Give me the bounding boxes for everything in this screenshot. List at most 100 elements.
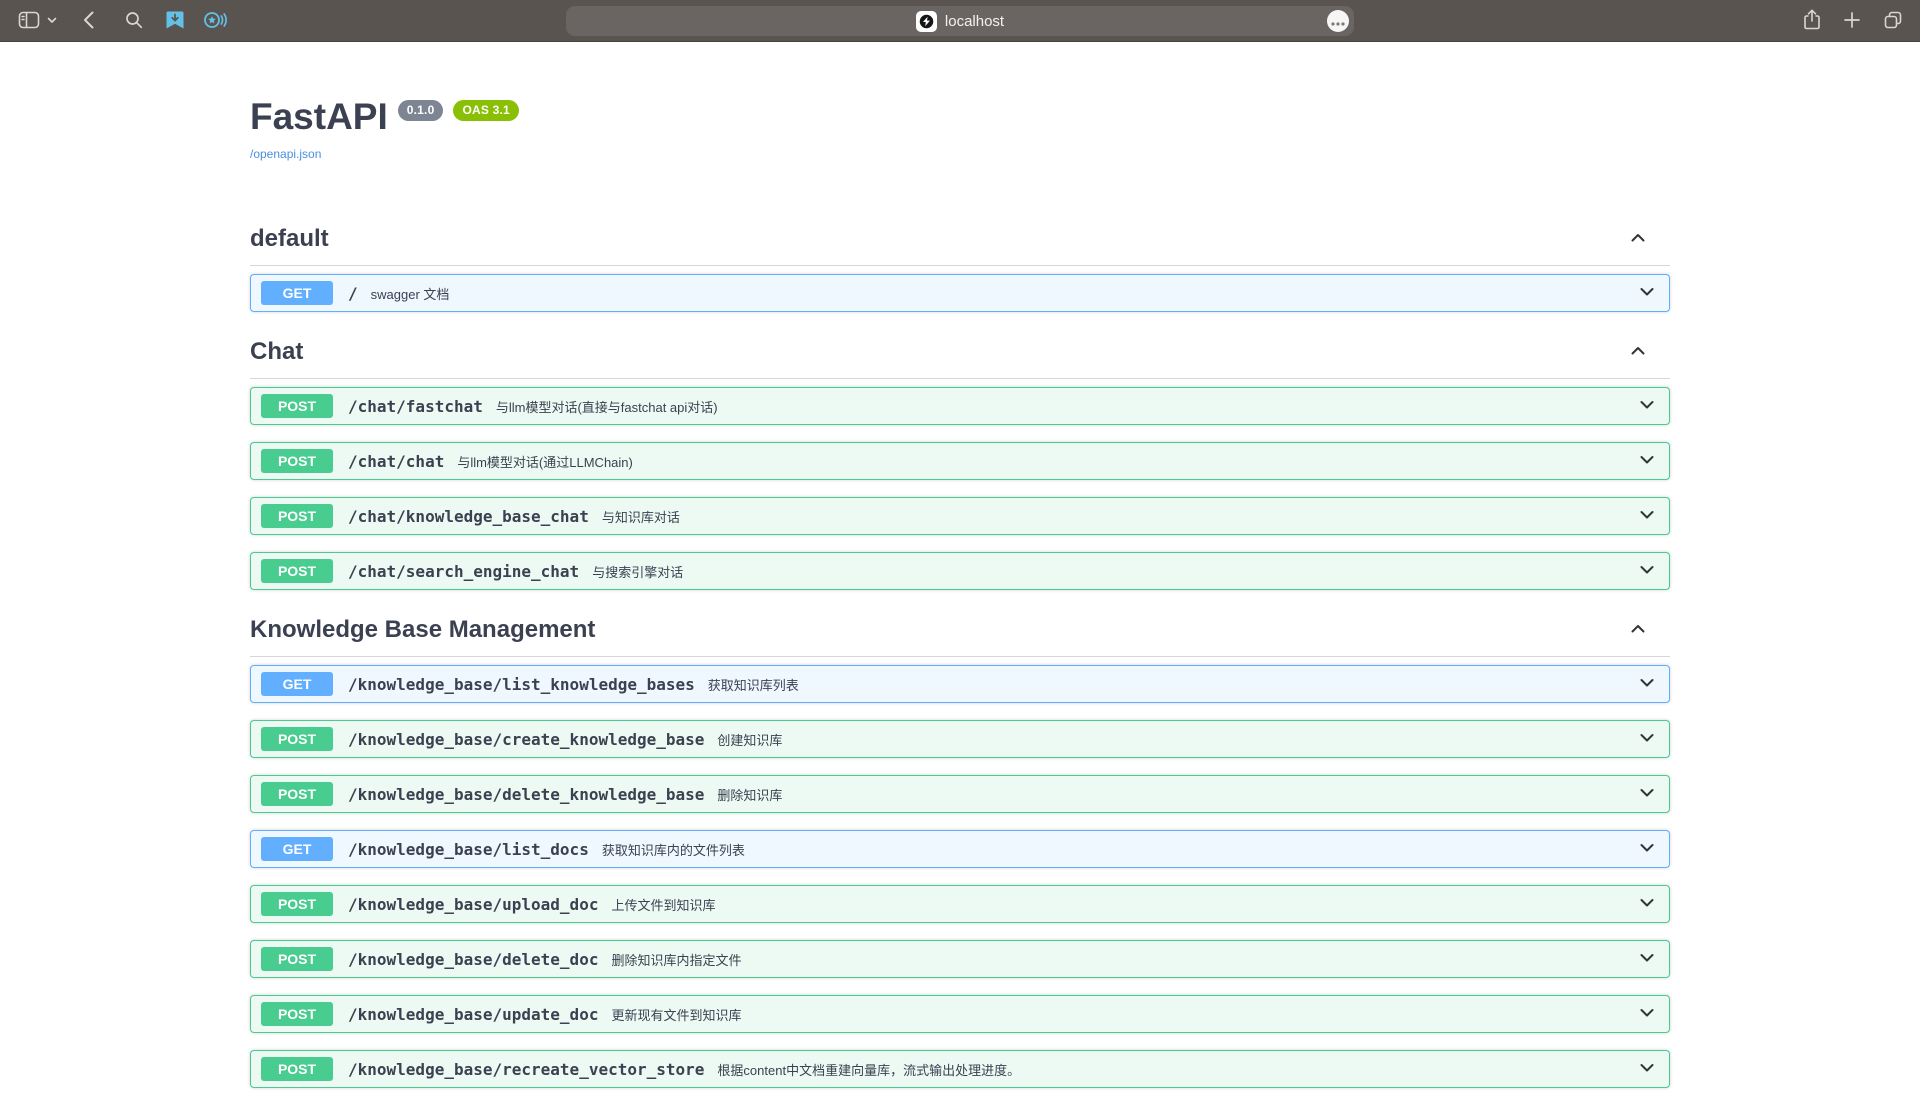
section-title: default [250, 225, 329, 253]
section-title: Knowledge Base Management [250, 616, 595, 644]
chevron-down-icon [1637, 893, 1657, 916]
chevron-down-icon [1637, 1058, 1657, 1081]
swagger-page: FastAPI 0.1.0 OAS 3.1 /openapi.json defa… [0, 0, 1920, 1106]
endpoint-summary: 与知识库对话 [602, 507, 680, 526]
expand-endpoint-button[interactable] [1637, 505, 1657, 528]
sidebar-chevron-icon [46, 14, 58, 29]
address-bar[interactable]: localhost [566, 6, 1354, 36]
expand-endpoint-button[interactable] [1637, 728, 1657, 751]
method-badge: POST [261, 449, 333, 473]
method-badge: POST [261, 559, 333, 583]
endpoint-row[interactable]: POST /knowledge_base/delete_knowledge_ba… [250, 775, 1670, 813]
endpoint-path: /chat/chat [348, 452, 444, 471]
endpoint-path: /knowledge_base/upload_doc [348, 895, 598, 914]
section-header[interactable]: default [250, 217, 1670, 266]
collapse-section-button[interactable] [1628, 619, 1648, 642]
expand-endpoint-button[interactable] [1637, 282, 1657, 305]
endpoint-summary: 上传文件到知识库 [611, 895, 715, 914]
endpoint-row[interactable]: POST /knowledge_base/update_doc 更新现有文件到知… [250, 995, 1670, 1033]
broadcast-extension-icon [202, 9, 228, 34]
expand-endpoint-button[interactable] [1637, 1003, 1657, 1026]
endpoint-path: /knowledge_base/delete_knowledge_base [348, 785, 704, 804]
expand-endpoint-button[interactable] [1637, 673, 1657, 696]
endpoint-row[interactable]: POST /chat/search_engine_chat 与搜索引擎对话 [250, 552, 1670, 590]
api-section: Chat POST /chat/fastchat 与llm模型对话(直接与fas… [250, 330, 1670, 608]
chevron-down-icon [1637, 838, 1657, 861]
expand-endpoint-button[interactable] [1637, 450, 1657, 473]
expand-endpoint-button[interactable] [1637, 783, 1657, 806]
chevron-down-icon [1637, 783, 1657, 806]
endpoint-summary: 与llm模型对话(直接与fastchat api对话) [496, 397, 718, 416]
method-badge: GET [261, 281, 333, 305]
method-badge: POST [261, 727, 333, 751]
chevron-up-icon [1628, 341, 1648, 364]
expand-endpoint-button[interactable] [1637, 395, 1657, 418]
sidebar-toggle-button[interactable] [14, 6, 44, 36]
chevron-up-icon [1628, 228, 1648, 251]
chevron-up-icon [1628, 619, 1648, 642]
bookmark-extension-button[interactable] [162, 6, 188, 36]
endpoint-row[interactable]: GET /knowledge_base/list_knowledge_bases… [250, 665, 1670, 703]
toolbar-right-group [1802, 0, 1904, 42]
search-button[interactable] [122, 6, 146, 36]
chevron-down-icon [1637, 282, 1657, 305]
endpoint-path: /knowledge_base/list_docs [348, 840, 589, 859]
endpoint-summary: 获取知识库内的文件列表 [602, 840, 745, 859]
tab-overview-button[interactable] [1882, 6, 1904, 36]
share-icon [1802, 8, 1822, 35]
section-header[interactable]: Knowledge Base Management [250, 608, 1670, 657]
api-section: Knowledge Base Management GET /knowledge… [250, 608, 1670, 1106]
api-sections: default GET / swagger 文档 Chat [230, 217, 1690, 1106]
address-bar-url: localhost [945, 13, 1004, 30]
section-title: Chat [250, 338, 303, 366]
endpoint-row[interactable]: POST /chat/knowledge_base_chat 与知识库对话 [250, 497, 1670, 535]
endpoint-row[interactable]: POST /knowledge_base/upload_doc 上传文件到知识库 [250, 885, 1670, 923]
tab-overview-icon [1882, 9, 1904, 34]
endpoint-path: /knowledge_base/list_knowledge_bases [348, 675, 695, 694]
bookmark-extension-icon [164, 9, 186, 34]
broadcast-extension-button[interactable] [200, 6, 230, 36]
endpoint-summary: 创建知识库 [717, 730, 782, 749]
toolbar-left-group [14, 0, 230, 42]
version-badge: 0.1.0 [398, 100, 444, 121]
endpoint-path: / [348, 284, 358, 303]
method-badge: POST [261, 1002, 333, 1026]
collapse-section-button[interactable] [1628, 228, 1648, 251]
chevron-down-icon [1637, 560, 1657, 583]
method-badge: GET [261, 837, 333, 861]
endpoint-path: /knowledge_base/create_knowledge_base [348, 730, 704, 749]
chevron-down-icon [1637, 728, 1657, 751]
endpoint-row[interactable]: POST /knowledge_base/delete_doc 删除知识库内指定… [250, 940, 1670, 978]
endpoint-summary: 删除知识库内指定文件 [611, 950, 741, 969]
expand-endpoint-button[interactable] [1637, 893, 1657, 916]
method-badge: POST [261, 947, 333, 971]
page-extensions-ellipsis-button[interactable] [1327, 10, 1349, 32]
openapi-spec-link[interactable]: /openapi.json [250, 147, 321, 161]
endpoint-row[interactable]: GET / swagger 文档 [250, 274, 1670, 312]
endpoint-row[interactable]: POST /knowledge_base/recreate_vector_sto… [250, 1050, 1670, 1088]
expand-endpoint-button[interactable] [1637, 560, 1657, 583]
new-tab-button[interactable] [1842, 6, 1862, 36]
expand-endpoint-button[interactable] [1637, 948, 1657, 971]
endpoint-summary: 根据content中文档重建向量库，流式输出处理进度。 [717, 1060, 1020, 1079]
endpoint-row[interactable]: POST /knowledge_base/create_knowledge_ba… [250, 720, 1670, 758]
endpoint-summary: 删除知识库 [717, 785, 782, 804]
section-header[interactable]: Chat [250, 330, 1670, 379]
endpoint-path: /chat/knowledge_base_chat [348, 507, 589, 526]
sidebar-menu-chevron-button[interactable] [44, 6, 60, 36]
endpoint-row[interactable]: GET /knowledge_base/list_docs 获取知识库内的文件列… [250, 830, 1670, 868]
collapse-section-button[interactable] [1628, 341, 1648, 364]
expand-endpoint-button[interactable] [1637, 1058, 1657, 1081]
search-icon [123, 9, 145, 34]
back-button[interactable] [78, 6, 102, 36]
endpoint-row[interactable]: POST /chat/fastchat 与llm模型对话(直接与fastchat… [250, 387, 1670, 425]
endpoint-path: /knowledge_base/update_doc [348, 1005, 598, 1024]
method-badge: POST [261, 504, 333, 528]
share-button[interactable] [1802, 6, 1822, 36]
endpoint-summary: 与llm模型对话(通过LLMChain) [457, 452, 633, 471]
expand-endpoint-button[interactable] [1637, 838, 1657, 861]
endpoint-path: /chat/search_engine_chat [348, 562, 579, 581]
endpoint-row[interactable]: POST /chat/chat 与llm模型对话(通过LLMChain) [250, 442, 1670, 480]
endpoint-summary: 获取知识库列表 [708, 675, 799, 694]
chevron-down-icon [1637, 948, 1657, 971]
